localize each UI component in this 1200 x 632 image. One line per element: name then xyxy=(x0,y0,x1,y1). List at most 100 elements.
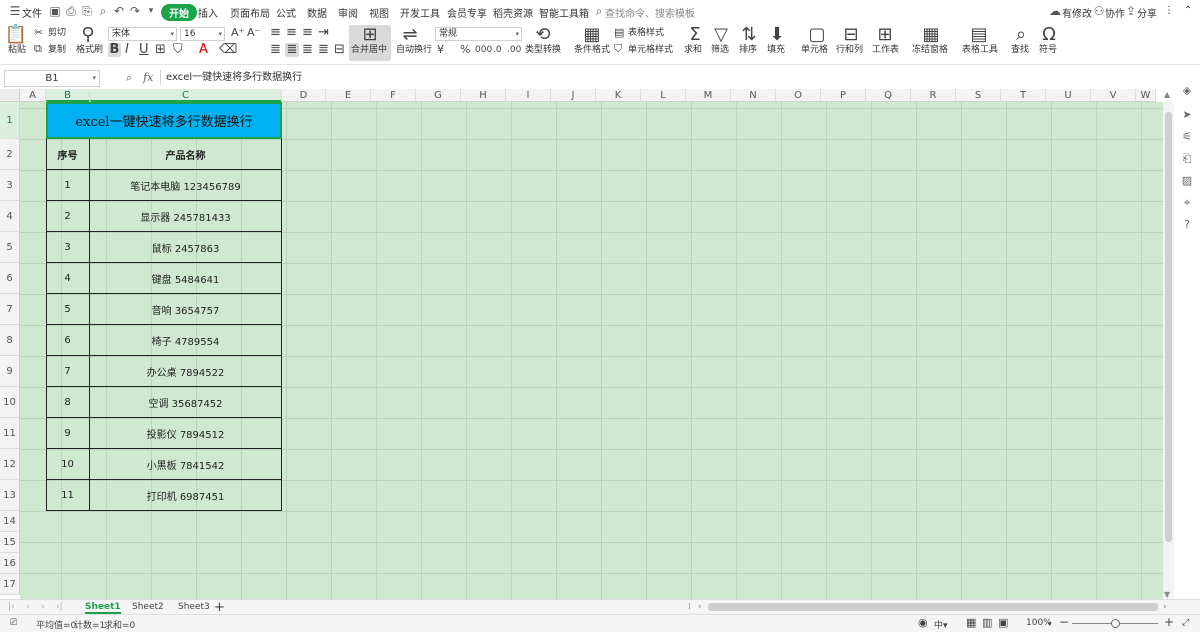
tab-docer[interactable]: 稻壳资源 xyxy=(493,5,533,20)
row-col-icon[interactable]: ⊟ xyxy=(839,25,863,45)
tab-page-layout[interactable]: 页面布局 xyxy=(230,5,270,20)
symbol-button[interactable]: 符号 xyxy=(1039,44,1057,56)
increase-decimal-icon[interactable]: .0 xyxy=(493,43,502,57)
table-cell-name[interactable]: 小黑板 7841542 xyxy=(90,449,282,480)
table-cell-name[interactable]: 显示器 245781433 xyxy=(90,201,282,232)
hamburger-icon[interactable]: ☰ xyxy=(8,4,22,18)
table-cell-name[interactable]: 投影仪 7894512 xyxy=(90,418,282,449)
zoom-dropdown-icon[interactable]: ▾ xyxy=(1048,620,1052,628)
column-header-b[interactable]: B xyxy=(46,89,90,102)
print-preview-icon[interactable]: ⌕ xyxy=(96,4,110,18)
italic-icon[interactable]: I xyxy=(125,43,129,57)
zoom-search-icon[interactable]: ⌕ xyxy=(126,71,132,85)
wrap-text-icon[interactable]: ⇌ xyxy=(398,25,422,45)
page-layout-view-icon[interactable]: ▥ xyxy=(982,616,992,629)
column-header-m[interactable]: M xyxy=(686,89,731,102)
input-method-icon[interactable]: 中▾ xyxy=(934,618,948,631)
align-right-icon[interactable]: ≣ xyxy=(302,43,313,57)
format-painter-button[interactable]: 格式刷 xyxy=(76,44,103,56)
table-tools-button[interactable]: 表格工具 xyxy=(962,44,998,56)
horizontal-scroll-thumb[interactable] xyxy=(708,603,1158,611)
zoom-out-icon[interactable]: − xyxy=(1059,615,1069,629)
formula-input[interactable]: excel一键快速将多行数据换行 xyxy=(160,70,1176,85)
cell-icon[interactable]: ▢ xyxy=(805,25,829,45)
symbol-icon[interactable]: Ω xyxy=(1037,25,1061,45)
row-header-5[interactable]: 5 xyxy=(0,232,20,263)
font-size-select[interactable]: 16 ▾ xyxy=(180,27,225,41)
column-header-g[interactable]: G xyxy=(416,89,461,102)
row-header-13[interactable]: 13 xyxy=(0,480,20,511)
table-cell-no[interactable]: 10 xyxy=(46,449,90,480)
column-header-a[interactable]: A xyxy=(20,89,46,102)
bold-icon[interactable]: B xyxy=(108,43,121,57)
fill-color-icon[interactable]: ⛉ xyxy=(173,43,183,57)
help-icon[interactable]: ? xyxy=(1180,218,1194,232)
row-header-9[interactable]: 9 xyxy=(0,356,20,387)
zoom-in-icon[interactable]: + xyxy=(1164,615,1174,629)
scroll-down-icon[interactable]: ▼ xyxy=(1164,590,1170,599)
vertical-scroll-thumb[interactable] xyxy=(1165,112,1172,542)
tab-smart-tools[interactable]: 智能工具箱 xyxy=(539,5,589,20)
tab-home[interactable]: 开始 xyxy=(161,4,197,21)
normal-view-icon[interactable]: ▦ xyxy=(966,616,976,629)
decrease-decimal-icon[interactable]: .00 xyxy=(507,43,521,57)
tab-view[interactable]: 视图 xyxy=(369,5,389,20)
filter-button[interactable]: 筛选 xyxy=(711,44,729,56)
conditional-format-button[interactable]: 条件格式 xyxy=(574,44,610,56)
row-header-2[interactable]: 2 xyxy=(0,139,20,170)
table-cell-name[interactable]: 打印机 6987451 xyxy=(90,480,282,511)
cell-area[interactable]: excel一键快速将多行数据换行 序号 产品名称 1 笔记本电脑 123456789 2 显… xyxy=(20,102,1163,599)
row-header-11[interactable]: 11 xyxy=(0,418,20,449)
column-header-k[interactable]: K xyxy=(596,89,641,102)
column-header-d[interactable]: D xyxy=(282,89,326,102)
tab-insert[interactable]: 插入 xyxy=(198,5,218,20)
scroll-up-icon[interactable]: ▲ xyxy=(1164,90,1170,99)
tab-review[interactable]: 审阅 xyxy=(338,5,358,20)
eye-protection-icon[interactable]: ◉ xyxy=(918,616,928,629)
column-header-r[interactable]: R xyxy=(911,89,956,102)
fill-icon[interactable]: ⬇ xyxy=(765,25,789,45)
zoom-slider-knob[interactable] xyxy=(1111,619,1120,628)
column-header-e[interactable]: E xyxy=(326,89,371,102)
column-header-h[interactable]: H xyxy=(461,89,506,102)
column-header-c[interactable]: C xyxy=(90,89,282,102)
type-convert-button[interactable]: 类型转换 xyxy=(525,44,561,56)
table-cell-name[interactable]: 音响 3654757 xyxy=(90,294,282,325)
row-header-4[interactable]: 4 xyxy=(0,201,20,232)
table-cell-no[interactable]: 3 xyxy=(46,232,90,263)
save-icon[interactable]: ▣ xyxy=(48,4,62,18)
thousands-icon[interactable]: 000 xyxy=(475,43,492,57)
sum-icon[interactable]: Σ xyxy=(683,25,707,45)
column-header-w[interactable]: W xyxy=(1136,89,1156,102)
distributed-icon[interactable]: ⊟ xyxy=(334,43,345,57)
table-cell-name[interactable]: 笔记本电脑 123456789 xyxy=(90,170,282,201)
collaborate-button[interactable]: 协作 xyxy=(1105,5,1125,20)
menu-file[interactable]: 文件 xyxy=(22,5,42,20)
column-header-p[interactable]: P xyxy=(821,89,866,102)
copy-icon[interactable]: ⧉ xyxy=(34,42,42,56)
print-icon[interactable]: ⎘ xyxy=(80,4,94,18)
increase-font-icon[interactable]: A⁺ xyxy=(231,26,244,40)
align-top-icon[interactable]: ≡ xyxy=(270,26,281,40)
column-header-i[interactable]: I xyxy=(506,89,551,102)
prev-sheet-icon[interactable]: ‹ xyxy=(26,602,30,612)
sum-button[interactable]: 求和 xyxy=(684,44,702,56)
sheet-tab-2[interactable]: Sheet2 xyxy=(132,602,164,612)
tab-developer[interactable]: 开发工具 xyxy=(400,5,440,20)
table-tools-icon[interactable]: ▤ xyxy=(967,25,991,45)
merge-center-button[interactable]: ⊞ 合并居中 xyxy=(349,25,391,61)
align-center-icon[interactable]: ≣ xyxy=(285,43,299,57)
image-icon[interactable]: ▨ xyxy=(1180,174,1194,188)
table-cell-name[interactable]: 鼠标 2457863 xyxy=(90,232,282,263)
name-box[interactable]: B1 ▾ xyxy=(4,70,100,87)
table-cell-name[interactable]: 空调 35687452 xyxy=(90,387,282,418)
vertical-scrollbar[interactable] xyxy=(1163,102,1174,599)
row-header-16[interactable]: 16 xyxy=(0,553,20,574)
conditional-format-icon[interactable]: ▦ xyxy=(580,25,604,45)
row-header-8[interactable]: 8 xyxy=(0,325,20,356)
style-icon[interactable]: ◈ xyxy=(1180,84,1194,98)
row-header-15[interactable]: 15 xyxy=(0,532,20,553)
column-header-n[interactable]: N xyxy=(731,89,776,102)
type-convert-icon[interactable]: ⟲ xyxy=(531,25,555,45)
table-cell-no[interactable]: 2 xyxy=(46,201,90,232)
